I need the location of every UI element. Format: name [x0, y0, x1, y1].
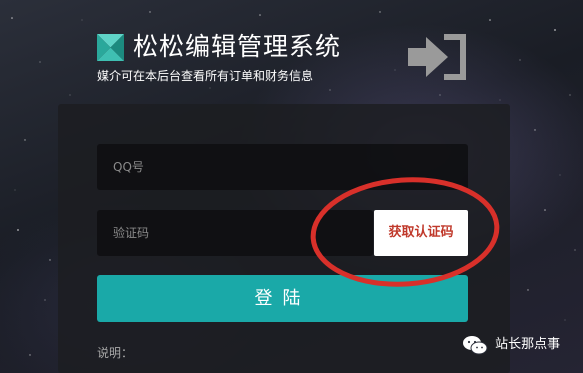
- login-button[interactable]: 登陆: [97, 275, 468, 322]
- watermark-text: 站长那点事: [495, 337, 561, 352]
- verification-code-input[interactable]: 验证码: [97, 210, 373, 256]
- note-label: 说明：: [97, 346, 134, 360]
- get-code-button[interactable]: 获取认证码: [374, 210, 468, 256]
- app-subtitle: 媒介可在本后台查看所有订单和财务信息: [97, 69, 314, 83]
- qq-input[interactable]: QQ号: [97, 144, 468, 190]
- logo-icon: [97, 34, 124, 61]
- wechat-icon: [463, 336, 488, 355]
- app-title: 松松编辑管理系统: [133, 32, 342, 61]
- login-icon: [408, 34, 466, 80]
- watermark: 站长那点事: [462, 334, 560, 356]
